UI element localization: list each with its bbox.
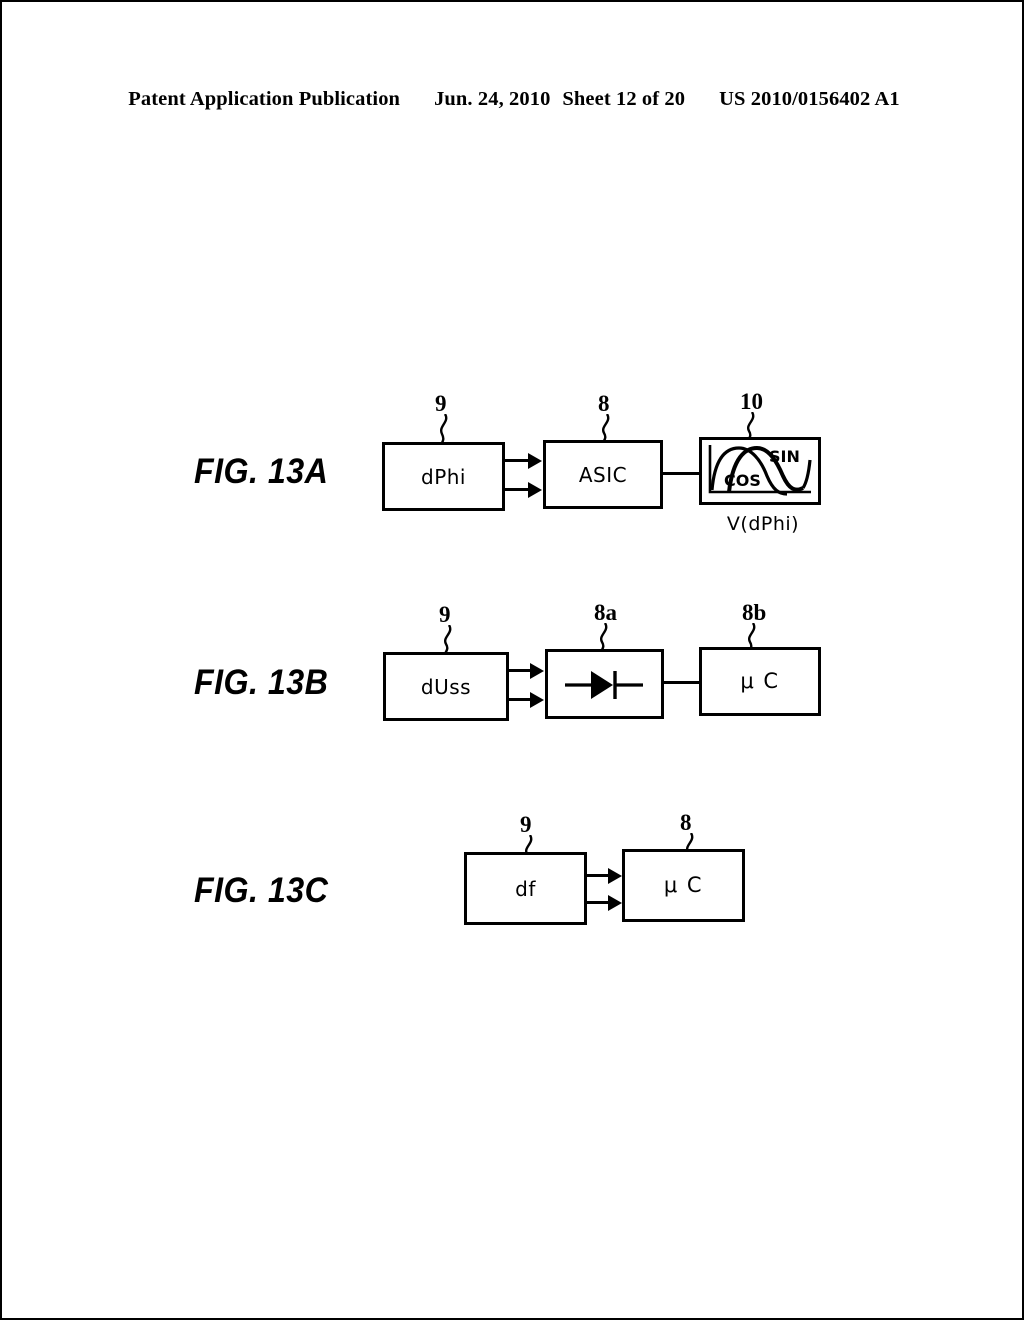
fig13a-asic-block[interactable]: ASIC [543, 440, 663, 509]
page-header: Patent Application Publication Jun. 24, 2… [2, 88, 1022, 111]
fig13a-waveform-graphic: COS SIN [708, 445, 812, 496]
figure-label-13a: FIG. 13A [194, 452, 329, 491]
fig13a-input-block[interactable]: dPhi [382, 442, 505, 511]
fig13a-cos-label: COS [724, 471, 761, 490]
diode-icon [565, 671, 643, 699]
fig13b-arrow-lower-head [530, 692, 544, 708]
fig13b-input-block[interactable]: dUss [383, 652, 509, 721]
fig13c-input-block-label: df [515, 876, 536, 901]
fig13b-arrow-upper-head [530, 663, 544, 679]
fig13a-input-block-label: dPhi [421, 464, 466, 489]
header-date: Jun. 24, 2010 [434, 88, 551, 110]
figure-label-13c: FIG. 13C [194, 871, 329, 910]
fig13a-arrow-upper-head [528, 453, 542, 469]
fig13c-microcontroller-label: μ C [663, 873, 704, 897]
fig13c-arrow-lower-head [608, 895, 622, 911]
figure-label-13b: FIG. 13B [194, 663, 329, 702]
header-patent-number: US 2010/0156402 A1 [719, 88, 900, 110]
fig13a-arrow-lower-head [528, 482, 542, 498]
patent-drawing-page: Patent Application Publication Jun. 24, 2… [0, 0, 1024, 1320]
fig13b-input-block-label: dUss [420, 674, 472, 699]
fig13a-sin-label: SIN [769, 447, 800, 466]
fig13b-connector-line [664, 681, 700, 684]
fig13a-asic-block-label: ASIC [578, 462, 628, 487]
fig13c-arrow-upper-head [608, 868, 622, 884]
fig13c-input-block[interactable]: df [464, 852, 587, 925]
leader-line-9-fig13b [443, 625, 452, 655]
header-sheet: Sheet 12 of 20 [562, 88, 686, 110]
fig13a-waveform-caption: V(dPhi) [726, 513, 800, 535]
fig13c-microcontroller-block[interactable]: μ C [622, 849, 745, 922]
fig13a-connector-line [663, 472, 701, 475]
fig13b-microcontroller-block[interactable]: μ C [699, 647, 821, 716]
header-publication: Patent Application Publication [128, 88, 401, 110]
fig13b-microcontroller-label: μ C [740, 669, 780, 693]
